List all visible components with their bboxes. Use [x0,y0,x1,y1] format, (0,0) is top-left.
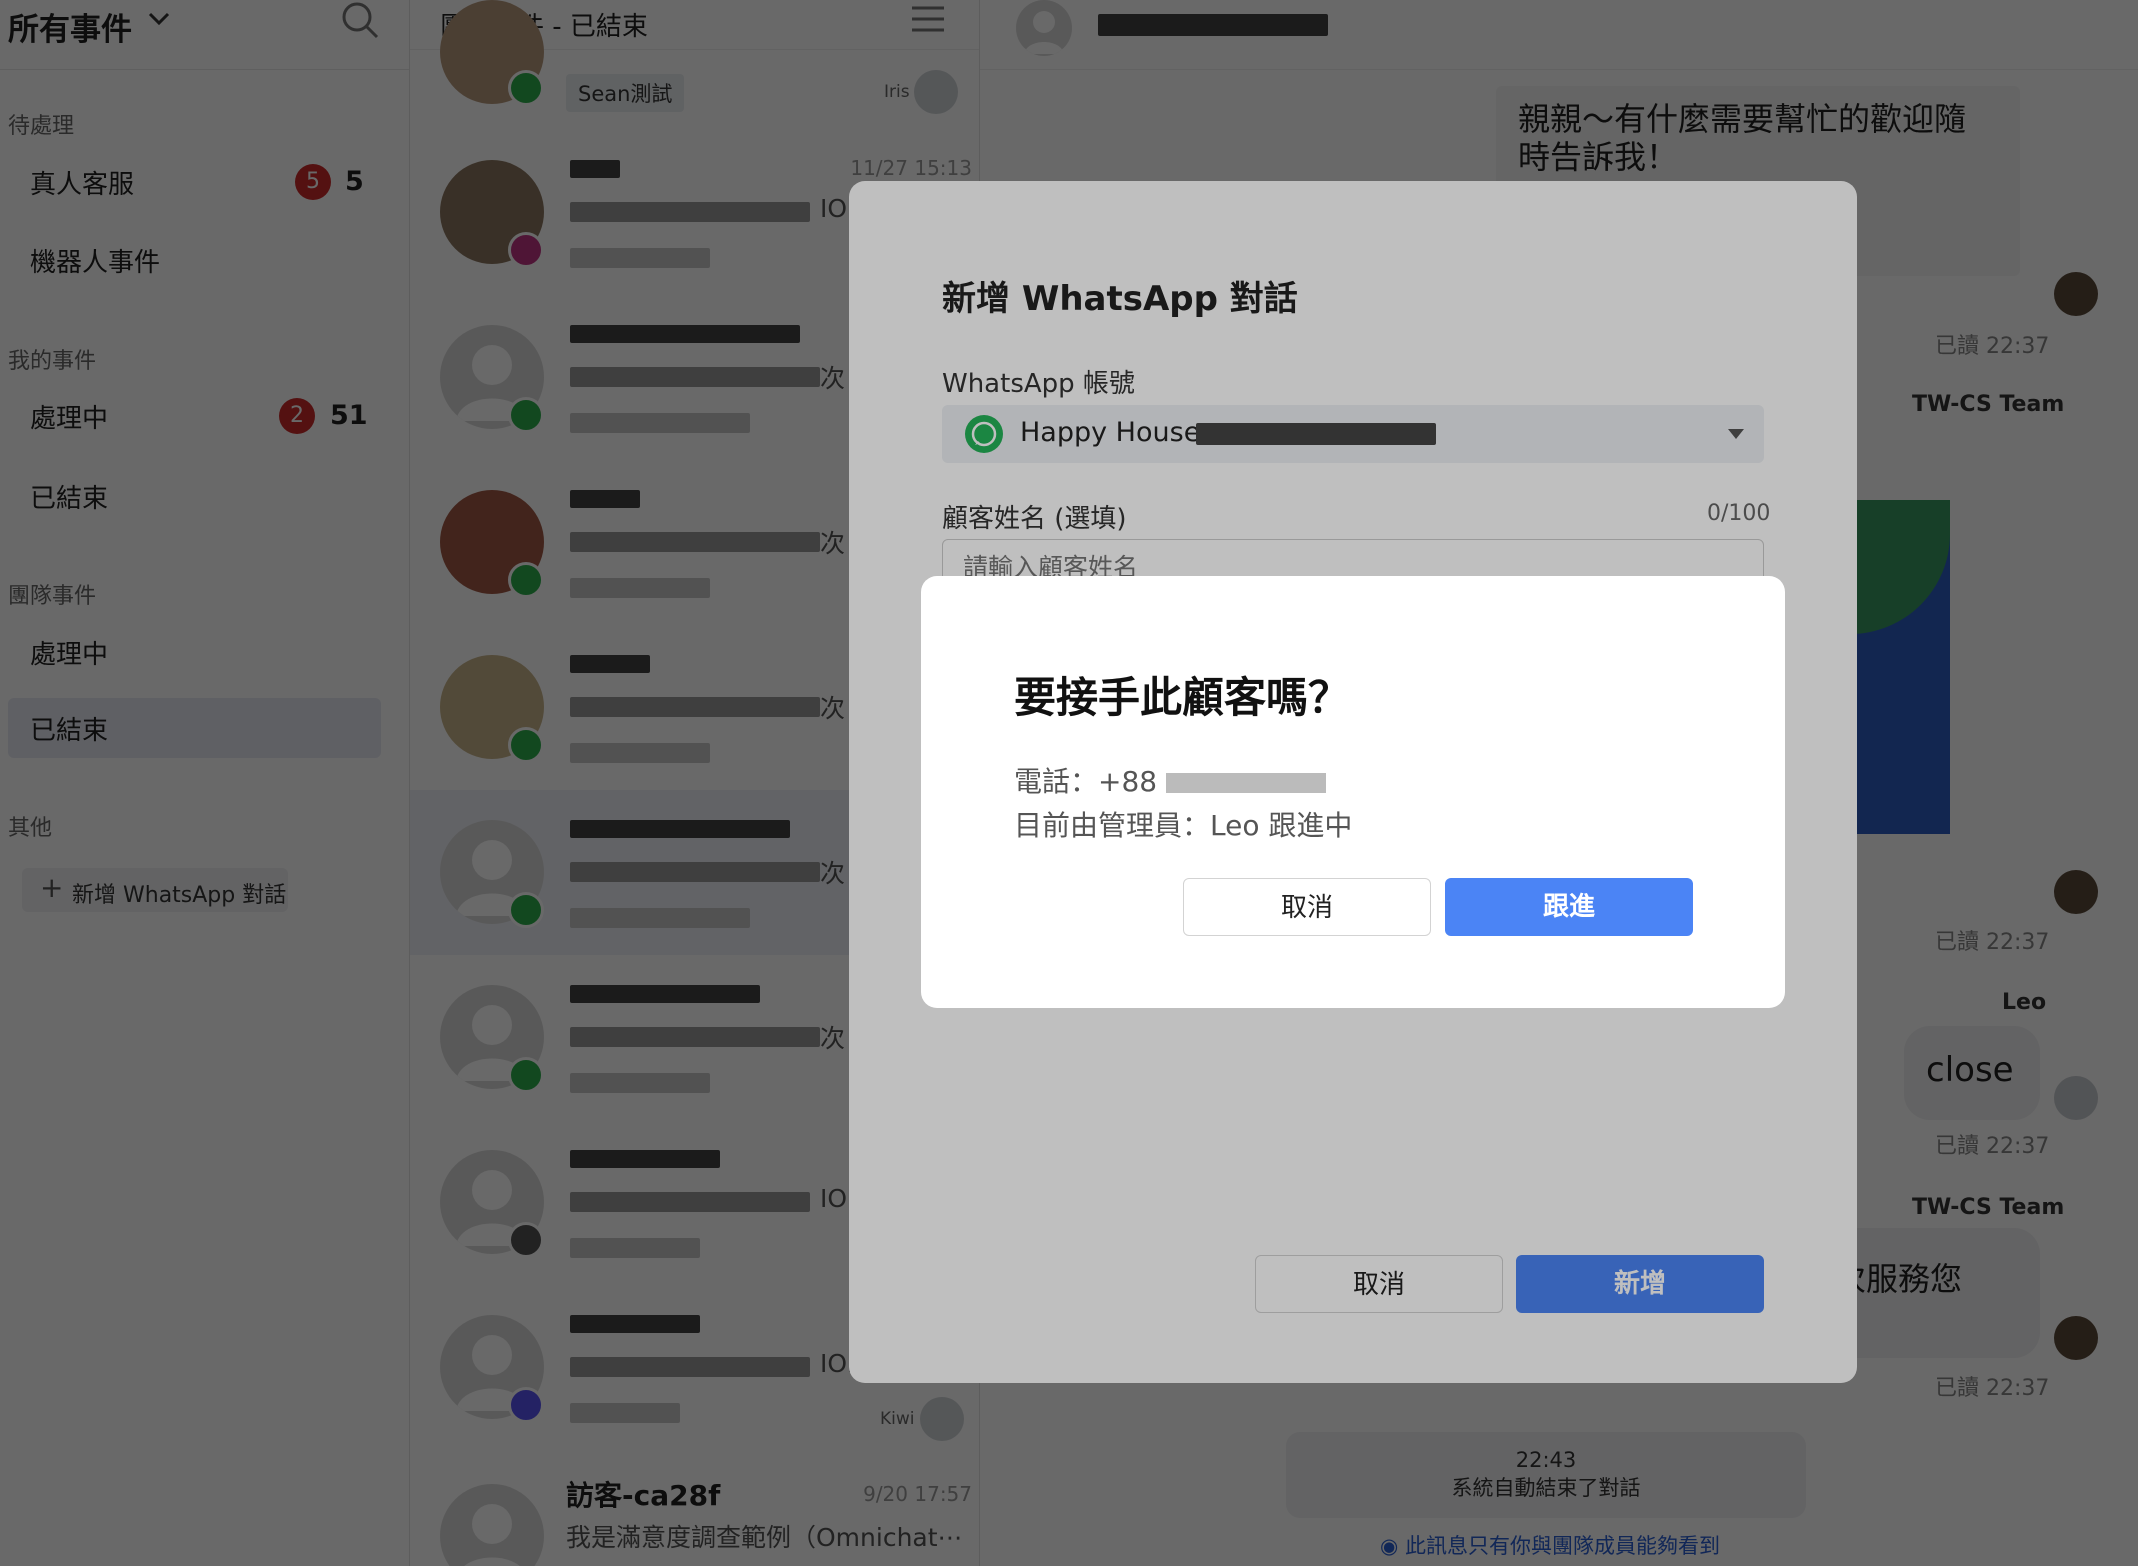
follow-button[interactable]: 跟進 [1445,878,1693,936]
blurred-phone [1166,773,1326,793]
manager-line: 目前由管理員：Leo 跟進中 [1014,809,1353,842]
dialog-title: 要接手此顧客嗎？ [1014,673,1351,722]
phone-label: 電話：+88 [1014,765,1158,798]
takeover-dialog: 要接手此顧客嗎？ 電話：+88 目前由管理員：Leo 跟進中 取消 跟進 [921,576,1785,1008]
phone-line: 電話：+88 [1014,760,1326,800]
cancel-button[interactable]: 取消 [1183,878,1431,936]
